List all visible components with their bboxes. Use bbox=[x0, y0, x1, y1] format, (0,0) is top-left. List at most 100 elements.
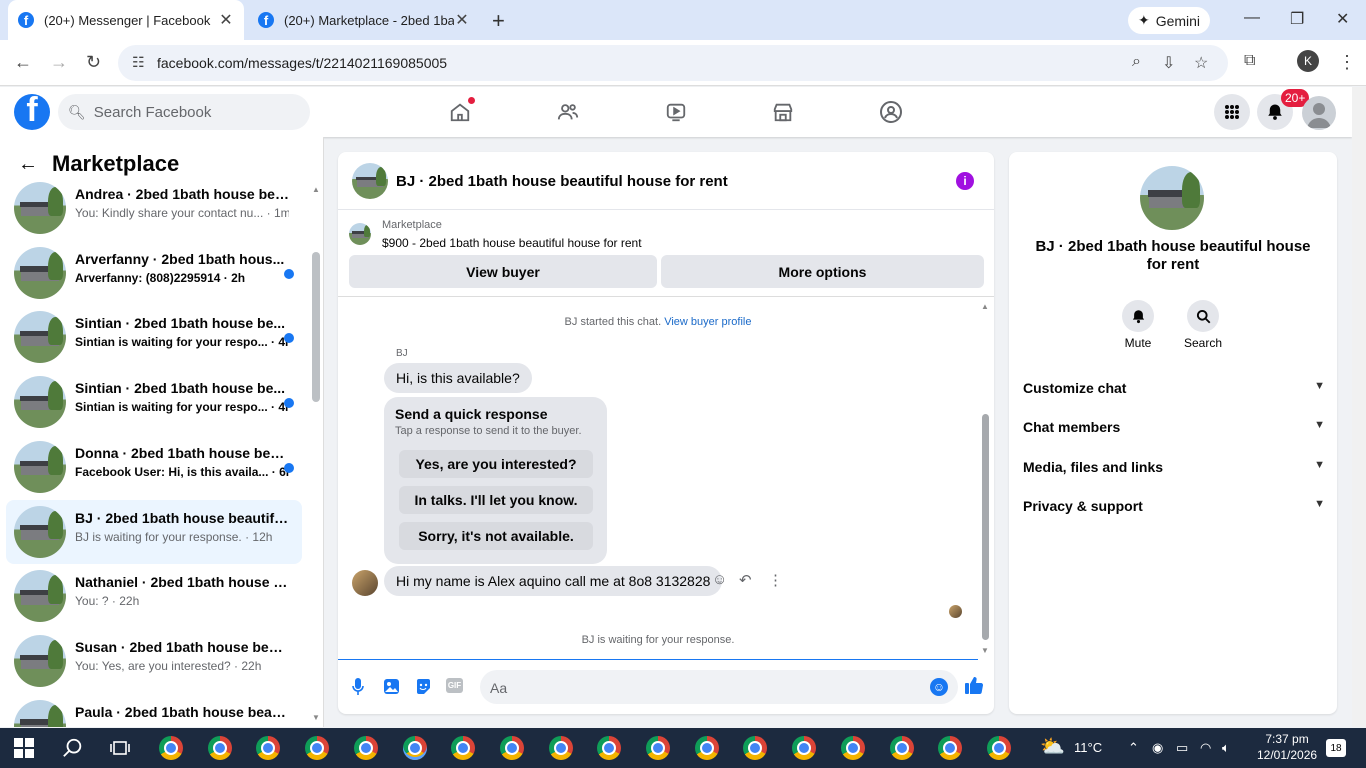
menu-icon[interactable]: ⋮ bbox=[1338, 52, 1356, 73]
chrome-taskbar-icon[interactable] bbox=[646, 736, 670, 760]
reload-icon[interactable]: ↻ bbox=[86, 52, 101, 73]
conversation-item[interactable]: Sintian · 2bed 1bath house be... Sintian … bbox=[6, 370, 302, 434]
friends-icon[interactable] bbox=[554, 98, 582, 126]
chrome-taskbar-icon[interactable] bbox=[986, 736, 1011, 760]
volume-icon[interactable]: 🔈︎ bbox=[1222, 740, 1230, 756]
sticker-icon[interactable] bbox=[415, 678, 432, 700]
new-tab-button[interactable]: + bbox=[492, 8, 505, 34]
chrome-taskbar-icon[interactable] bbox=[451, 736, 476, 760]
conversation-item[interactable]: Susan · 2bed 1bath house beaut... You: Ye… bbox=[6, 629, 302, 693]
omnibox[interactable]: ☷ facebook.com/messages/t/22140211690850… bbox=[118, 45, 1228, 81]
page-scrollbar[interactable] bbox=[1352, 87, 1366, 727]
tab-messenger[interactable]: f (20+) Messenger | Facebook ✕ bbox=[8, 0, 244, 40]
search-input[interactable]: 🔍︎ Search Facebook bbox=[58, 94, 310, 130]
notification-center-badge[interactable]: 18 bbox=[1326, 739, 1346, 757]
chrome-taskbar-icon[interactable] bbox=[938, 736, 963, 760]
zoom-icon[interactable]: ⌕ bbox=[1132, 53, 1141, 71]
groups-icon[interactable] bbox=[877, 98, 905, 126]
chrome-taskbar-icon[interactable] bbox=[840, 736, 865, 760]
back-arrow-icon[interactable]: ← bbox=[18, 153, 38, 176]
weather-icon[interactable]: ⛅ bbox=[1040, 734, 1065, 759]
photo-icon[interactable] bbox=[383, 678, 400, 700]
more-options-button[interactable]: More options bbox=[661, 255, 984, 288]
more-actions-icon[interactable]: ⋮ bbox=[768, 571, 783, 589]
watch-icon[interactable] bbox=[662, 98, 690, 126]
section-chat-members[interactable]: Chat members ▼ bbox=[1023, 419, 1325, 435]
message-input[interactable]: Aa bbox=[480, 670, 958, 704]
conversation-item[interactable]: BJ · 2bed 1bath house beautiful ... BJ is… bbox=[6, 499, 302, 564]
chrome-taskbar-icon[interactable] bbox=[402, 736, 427, 760]
url-text[interactable]: facebook.com/messages/t/2214021169085005 bbox=[157, 55, 447, 71]
conversation-item[interactable]: Donna · 2bed 1bath house bea... Facebook … bbox=[6, 435, 302, 499]
reply-icon[interactable]: ↶ bbox=[739, 571, 752, 589]
scroll-down-icon[interactable]: ▼ bbox=[312, 713, 320, 722]
camera-icon[interactable]: ◉ bbox=[1152, 740, 1163, 756]
marketplace-icon[interactable] bbox=[769, 98, 797, 126]
battery-icon[interactable]: ▭ bbox=[1176, 740, 1188, 756]
close-window-icon[interactable]: ✕ bbox=[1336, 9, 1349, 29]
scroll-down-icon[interactable]: ▼ bbox=[981, 646, 989, 655]
chat-scrollbar[interactable] bbox=[982, 414, 989, 640]
forward-icon[interactable]: → bbox=[50, 52, 68, 73]
windows-start-icon[interactable] bbox=[14, 738, 34, 763]
chrome-taskbar-icon[interactable] bbox=[207, 736, 232, 760]
emoji-icon[interactable]: ☺ bbox=[930, 678, 948, 696]
facebook-logo-icon[interactable]: f bbox=[14, 94, 50, 130]
scroll-up-icon[interactable]: ▲ bbox=[981, 302, 989, 311]
tray-chevron-icon[interactable]: ⌃ bbox=[1128, 740, 1139, 756]
search-chat-button[interactable] bbox=[1187, 300, 1219, 332]
view-buyer-profile-link[interactable]: View buyer profile bbox=[664, 316, 751, 328]
close-tab-icon[interactable]: ✕ bbox=[218, 10, 234, 30]
microphone-icon[interactable] bbox=[352, 678, 364, 700]
section-customize-chat[interactable]: Customize chat ▼ bbox=[1023, 380, 1325, 396]
bookmark-star-icon[interactable]: ☆ bbox=[1194, 53, 1208, 73]
gif-icon[interactable]: GIF bbox=[446, 678, 463, 693]
install-icon[interactable]: ⇩ bbox=[1162, 53, 1175, 73]
apps-grid-icon[interactable] bbox=[1214, 94, 1250, 130]
taskbar-clock[interactable]: 7:37 pm 12/01/2026 bbox=[1257, 731, 1317, 763]
chrome-taskbar-icon[interactable] bbox=[353, 736, 378, 760]
taskbar-search-icon[interactable] bbox=[62, 737, 84, 764]
profile-avatar[interactable]: K bbox=[1297, 50, 1319, 72]
info-icon[interactable]: i bbox=[956, 172, 974, 190]
chat-avatar[interactable] bbox=[352, 163, 388, 199]
minimize-icon[interactable]: — bbox=[1244, 9, 1260, 27]
chrome-taskbar-icon[interactable] bbox=[256, 736, 281, 760]
chrome-taskbar-icon[interactable] bbox=[305, 736, 330, 760]
restore-icon[interactable]: ❐ bbox=[1290, 9, 1304, 29]
section-media-files-links[interactable]: Media, files and links ▼ bbox=[1023, 459, 1325, 475]
back-icon[interactable]: ← bbox=[14, 52, 32, 73]
chrome-taskbar-icon[interactable] bbox=[159, 736, 183, 760]
chrome-taskbar-icon[interactable] bbox=[548, 736, 573, 760]
scroll-up-icon[interactable]: ▲ bbox=[312, 185, 320, 194]
chrome-taskbar-icon[interactable] bbox=[597, 736, 622, 760]
react-icon[interactable]: ☺ bbox=[712, 571, 727, 588]
site-info-icon[interactable]: ☷ bbox=[132, 54, 145, 71]
scrollbar[interactable] bbox=[312, 252, 320, 402]
conversation-item[interactable]: Arverfanny · 2bed 1bath hous... Arverfann… bbox=[6, 241, 302, 305]
section-privacy-support[interactable]: Privacy & support ▼ bbox=[1023, 498, 1325, 514]
chrome-taskbar-icon[interactable] bbox=[694, 736, 719, 760]
quick-response-option[interactable]: Sorry, it's not available. bbox=[399, 522, 593, 550]
chat-profile-photo[interactable] bbox=[1140, 166, 1204, 230]
conversation-item[interactable]: Sintian · 2bed 1bath house be... Sintian … bbox=[6, 305, 302, 369]
close-tab-icon[interactable]: ✕ bbox=[454, 10, 470, 30]
chat-title[interactable]: BJ · 2bed 1bath house beautiful house fo… bbox=[396, 173, 728, 190]
quick-response-option[interactable]: Yes, are you interested? bbox=[399, 450, 593, 478]
conversation-item[interactable]: Paula · 2bed 1bath house beauti... bbox=[6, 694, 302, 727]
chrome-taskbar-icon[interactable] bbox=[792, 736, 817, 760]
account-avatar[interactable] bbox=[1302, 96, 1336, 130]
listing-thumbnail[interactable] bbox=[349, 223, 371, 245]
chrome-taskbar-icon[interactable] bbox=[743, 736, 768, 760]
mute-button[interactable] bbox=[1122, 300, 1154, 332]
task-view-icon[interactable] bbox=[110, 738, 130, 763]
listing-title[interactable]: $900 - 2bed 1bath house beautiful house … bbox=[382, 236, 642, 250]
view-buyer-button[interactable]: View buyer bbox=[349, 255, 657, 288]
tab-marketplace[interactable]: f (20+) Marketplace - 2bed 1bath ✕ bbox=[248, 0, 480, 40]
chrome-taskbar-icon[interactable] bbox=[499, 736, 524, 760]
gemini-button[interactable]: ✦ Gemini bbox=[1128, 7, 1210, 34]
conversation-item[interactable]: Andrea · 2bed 1bath house beau... You: Ki… bbox=[6, 176, 302, 240]
cast-icon[interactable]: ⧉ bbox=[1244, 52, 1255, 70]
quick-response-option[interactable]: In talks. I'll let you know. bbox=[399, 486, 593, 514]
thumbs-up-icon[interactable] bbox=[964, 675, 984, 701]
